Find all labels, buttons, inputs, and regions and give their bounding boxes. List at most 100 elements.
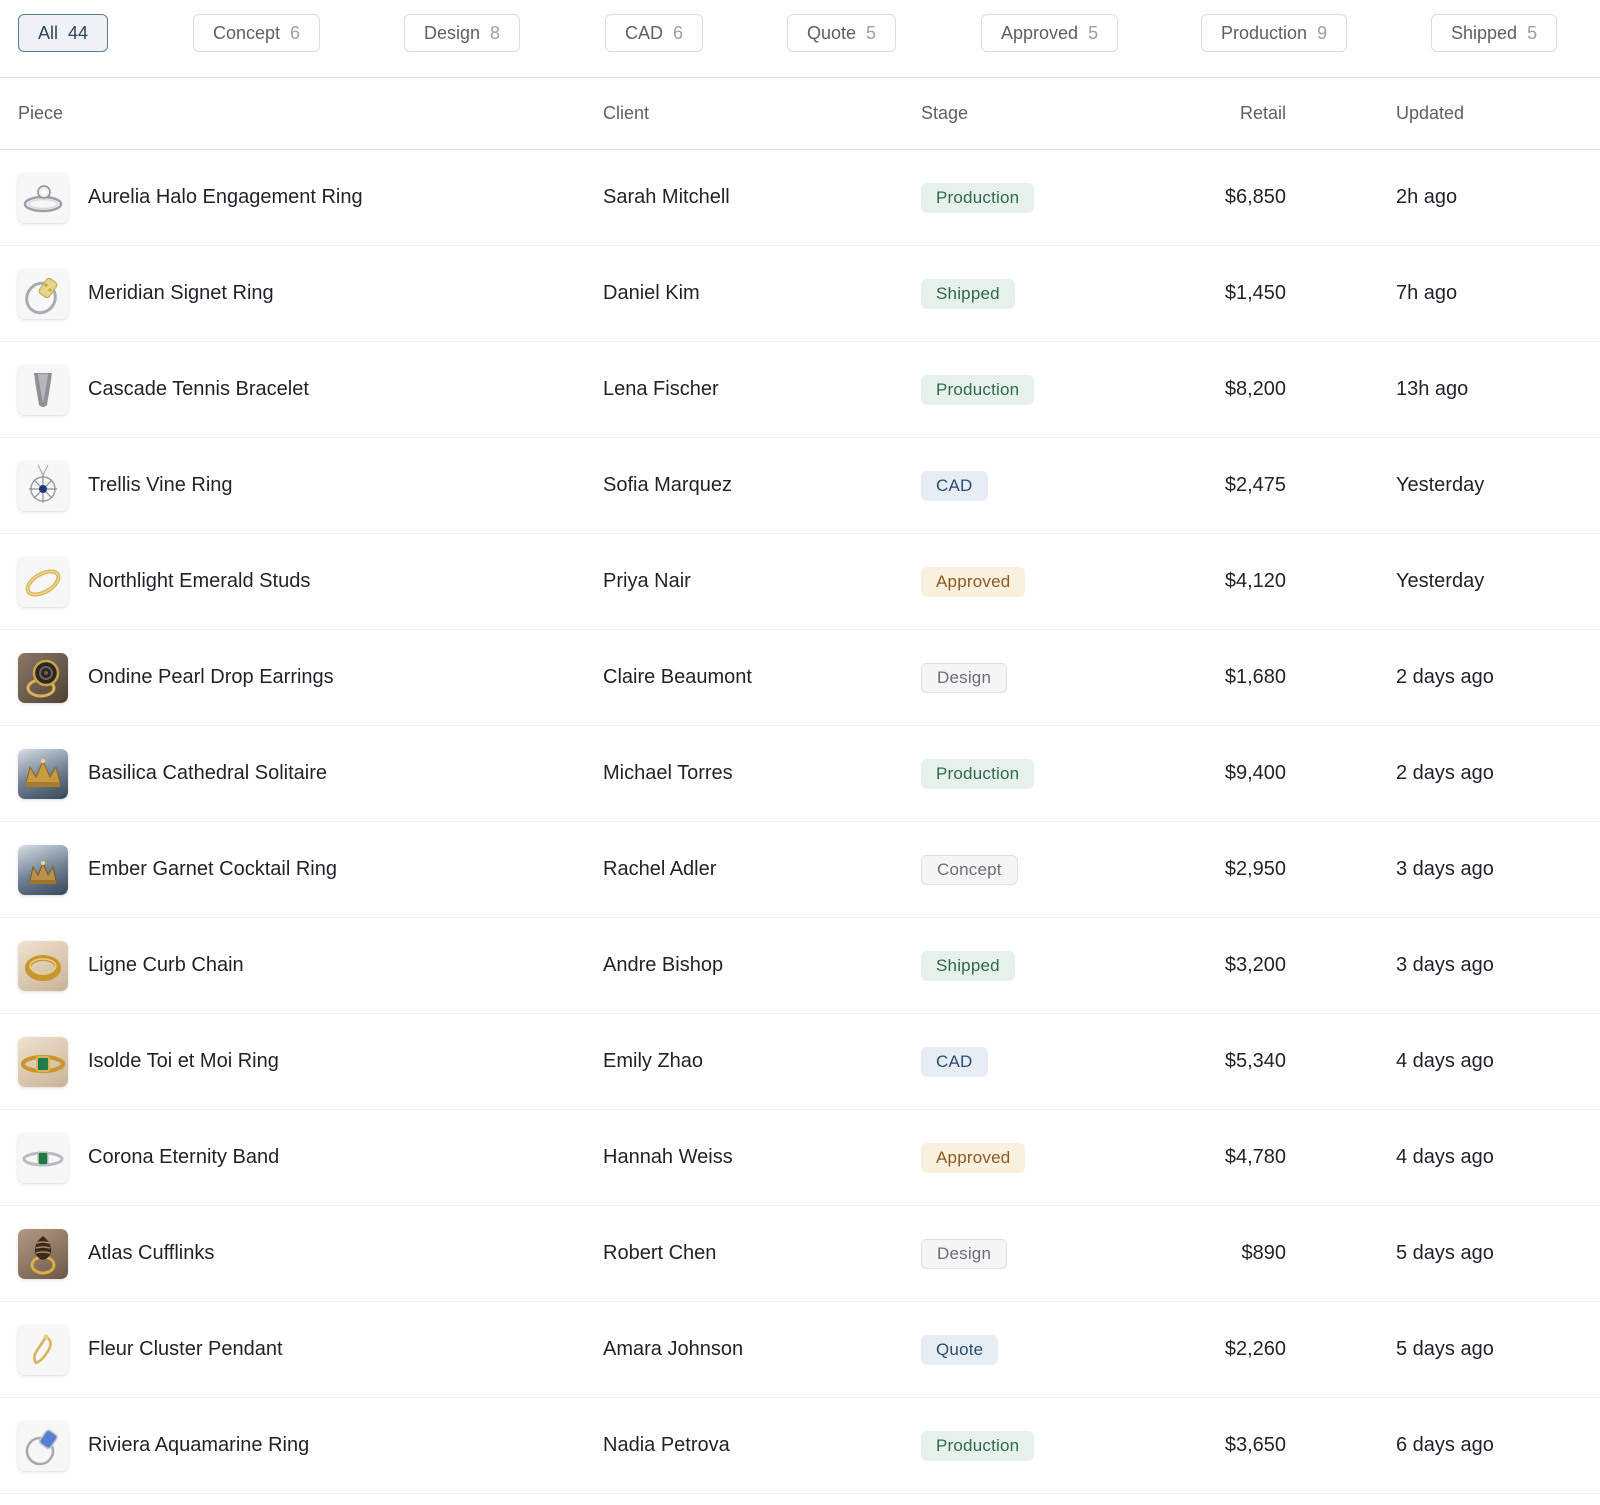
piece-name: Corona Eternity Band bbox=[88, 1146, 280, 1168]
updated-time: 6 days ago bbox=[1304, 1397, 1600, 1494]
table-row[interactable]: Ligne Curb Chain Andre Bishop Shipped $3… bbox=[0, 917, 1600, 1014]
table-row[interactable]: Basilica Cathedral Solitaire Michael Tor… bbox=[0, 725, 1600, 822]
retail-price: $1,680 bbox=[1131, 629, 1304, 726]
updated-time: 3 days ago bbox=[1304, 917, 1600, 1014]
filter-chip-label: Concept bbox=[213, 22, 281, 43]
table-row[interactable]: Ember Garnet Cocktail Ring Rachel Adler … bbox=[0, 821, 1600, 918]
updated-time: 2 days ago bbox=[1304, 725, 1600, 822]
retail-price: $1,450 bbox=[1131, 245, 1304, 342]
retail-price: $6,850 bbox=[1131, 149, 1304, 246]
retail-price: $5,340 bbox=[1131, 1013, 1304, 1110]
updated-time: 2 days ago bbox=[1304, 629, 1600, 726]
piece-name: Ligne Curb Chain bbox=[88, 954, 244, 976]
column-header-updated[interactable]: Updated bbox=[1304, 78, 1600, 150]
client-name: Nadia Petrova bbox=[603, 1397, 921, 1494]
stage-badge: Quote bbox=[921, 1334, 999, 1365]
table-row[interactable]: Aurelia Halo Engagement Ring Sarah Mitch… bbox=[0, 149, 1600, 246]
band-icon bbox=[18, 940, 68, 991]
piece-name: Trellis Vine Ring bbox=[88, 474, 233, 496]
table-row[interactable]: Northlight Emerald Studs Priya Nair Appr… bbox=[0, 533, 1600, 630]
client-name: Rachel Adler bbox=[603, 821, 921, 918]
client-name: Robert Chen bbox=[603, 1205, 921, 1302]
filter-chip-label: Production bbox=[1221, 22, 1308, 43]
updated-time: 2h ago bbox=[1304, 149, 1600, 246]
updated-time: 5 days ago bbox=[1304, 1301, 1600, 1398]
client-name: Hannah Weiss bbox=[603, 1109, 921, 1206]
filter-chip-count: 8 bbox=[490, 22, 501, 43]
updated-time: 4 days ago bbox=[1304, 1109, 1600, 1206]
filter-chip-all[interactable]: All 44 bbox=[18, 14, 109, 52]
filter-chip-count: 5 bbox=[866, 22, 877, 43]
retail-price: $3,200 bbox=[1131, 917, 1304, 1014]
stage-badge: Approved bbox=[921, 566, 1026, 597]
piece-name: Isolde Toi et Moi Ring bbox=[88, 1050, 279, 1072]
retail-price: $2,260 bbox=[1131, 1301, 1304, 1398]
cluster-ring-icon bbox=[18, 1228, 68, 1279]
filter-chip-cad[interactable]: CAD 6 bbox=[605, 14, 704, 52]
table-row[interactable]: Atlas Cufflinks Robert Chen Design $890 … bbox=[0, 1205, 1600, 1302]
stage-badge: Design bbox=[921, 662, 1008, 693]
stage-badge: CAD bbox=[921, 470, 988, 501]
stage-badge: Production bbox=[921, 374, 1035, 405]
updated-time: 7h ago bbox=[1304, 245, 1600, 342]
filter-chip-concept[interactable]: Concept 6 bbox=[193, 14, 321, 52]
piece-name: Basilica Cathedral Solitaire bbox=[88, 762, 328, 784]
piece-name: Cascade Tennis Bracelet bbox=[88, 378, 309, 400]
table-row[interactable]: Riviera Aquamarine Ring Nadia Petrova Pr… bbox=[0, 1397, 1600, 1494]
filter-chip-label: Shipped bbox=[1451, 22, 1518, 43]
filter-chip-label: CAD bbox=[625, 22, 664, 43]
column-header-client[interactable]: Client bbox=[603, 78, 921, 150]
filter-chip-count: 6 bbox=[290, 22, 301, 43]
stage-badge: Production bbox=[921, 182, 1035, 213]
column-header-piece[interactable]: Piece bbox=[0, 78, 603, 150]
filter-chip-approved[interactable]: Approved 5 bbox=[981, 14, 1119, 52]
crown-icon bbox=[18, 748, 68, 799]
stage-badge: Concept bbox=[921, 854, 1018, 885]
client-name: Emily Zhao bbox=[603, 1013, 921, 1110]
table-row[interactable]: Trellis Vine Ring Sofia Marquez CAD $2,4… bbox=[0, 437, 1600, 534]
client-name: Priya Nair bbox=[603, 533, 921, 630]
piece-name: Ondine Pearl Drop Earrings bbox=[88, 666, 334, 688]
piece-name: Riviera Aquamarine Ring bbox=[88, 1434, 310, 1456]
table-row[interactable]: Isolde Toi et Moi Ring Emily Zhao CAD $5… bbox=[0, 1013, 1600, 1110]
table-row[interactable]: Fleur Cluster Pendant Amara Johnson Quot… bbox=[0, 1301, 1600, 1398]
filter-chip-label: All bbox=[38, 22, 59, 43]
client-name: Lena Fischer bbox=[603, 341, 921, 438]
filter-chip-count: 9 bbox=[1317, 22, 1328, 43]
crown-icon bbox=[18, 844, 68, 895]
client-name: Michael Torres bbox=[603, 725, 921, 822]
retail-price: $2,475 bbox=[1131, 437, 1304, 534]
column-header-retail[interactable]: Retail bbox=[1131, 78, 1304, 150]
filter-chip-production[interactable]: Production 9 bbox=[1201, 14, 1348, 52]
ring-icon bbox=[18, 172, 68, 223]
table-row[interactable]: Ondine Pearl Drop Earrings Claire Beaumo… bbox=[0, 629, 1600, 726]
piece-name: Meridian Signet Ring bbox=[88, 282, 274, 304]
updated-time: Yesterday bbox=[1304, 533, 1600, 630]
client-name: Amara Johnson bbox=[603, 1301, 921, 1398]
filter-chip-design[interactable]: Design 8 bbox=[404, 14, 521, 52]
earring-icon bbox=[18, 1324, 68, 1375]
stage-badge: Shipped bbox=[921, 950, 1015, 981]
client-name: Sarah Mitchell bbox=[603, 149, 921, 246]
pieces-table: Piece Client Stage Retail Updated Aureli… bbox=[0, 78, 1600, 1494]
updated-time: Yesterday bbox=[1304, 437, 1600, 534]
band-icon bbox=[18, 556, 68, 607]
client-name: Andre Bishop bbox=[603, 917, 921, 1014]
retail-price: $9,400 bbox=[1131, 725, 1304, 822]
stage-badge: CAD bbox=[921, 1046, 988, 1077]
retail-price: $8,200 bbox=[1131, 341, 1304, 438]
piece-name: Atlas Cufflinks bbox=[88, 1242, 215, 1264]
column-header-stage[interactable]: Stage bbox=[921, 78, 1131, 150]
emerald-ring-icon bbox=[18, 1132, 68, 1183]
table-row[interactable]: Corona Eternity Band Hannah Weiss Approv… bbox=[0, 1109, 1600, 1206]
client-name: Sofia Marquez bbox=[603, 437, 921, 534]
updated-time: 4 days ago bbox=[1304, 1013, 1600, 1110]
filter-chip-shipped[interactable]: Shipped 5 bbox=[1431, 14, 1558, 52]
table-row[interactable]: Meridian Signet Ring Daniel Kim Shipped … bbox=[0, 245, 1600, 342]
filter-chip-quote[interactable]: Quote 5 bbox=[787, 14, 897, 52]
table-row[interactable]: Cascade Tennis Bracelet Lena Fischer Pro… bbox=[0, 341, 1600, 438]
retail-price: $4,780 bbox=[1131, 1109, 1304, 1206]
client-name: Daniel Kim bbox=[603, 245, 921, 342]
filter-chip-label: Design bbox=[424, 22, 481, 43]
piece-name: Ember Garnet Cocktail Ring bbox=[88, 858, 337, 880]
